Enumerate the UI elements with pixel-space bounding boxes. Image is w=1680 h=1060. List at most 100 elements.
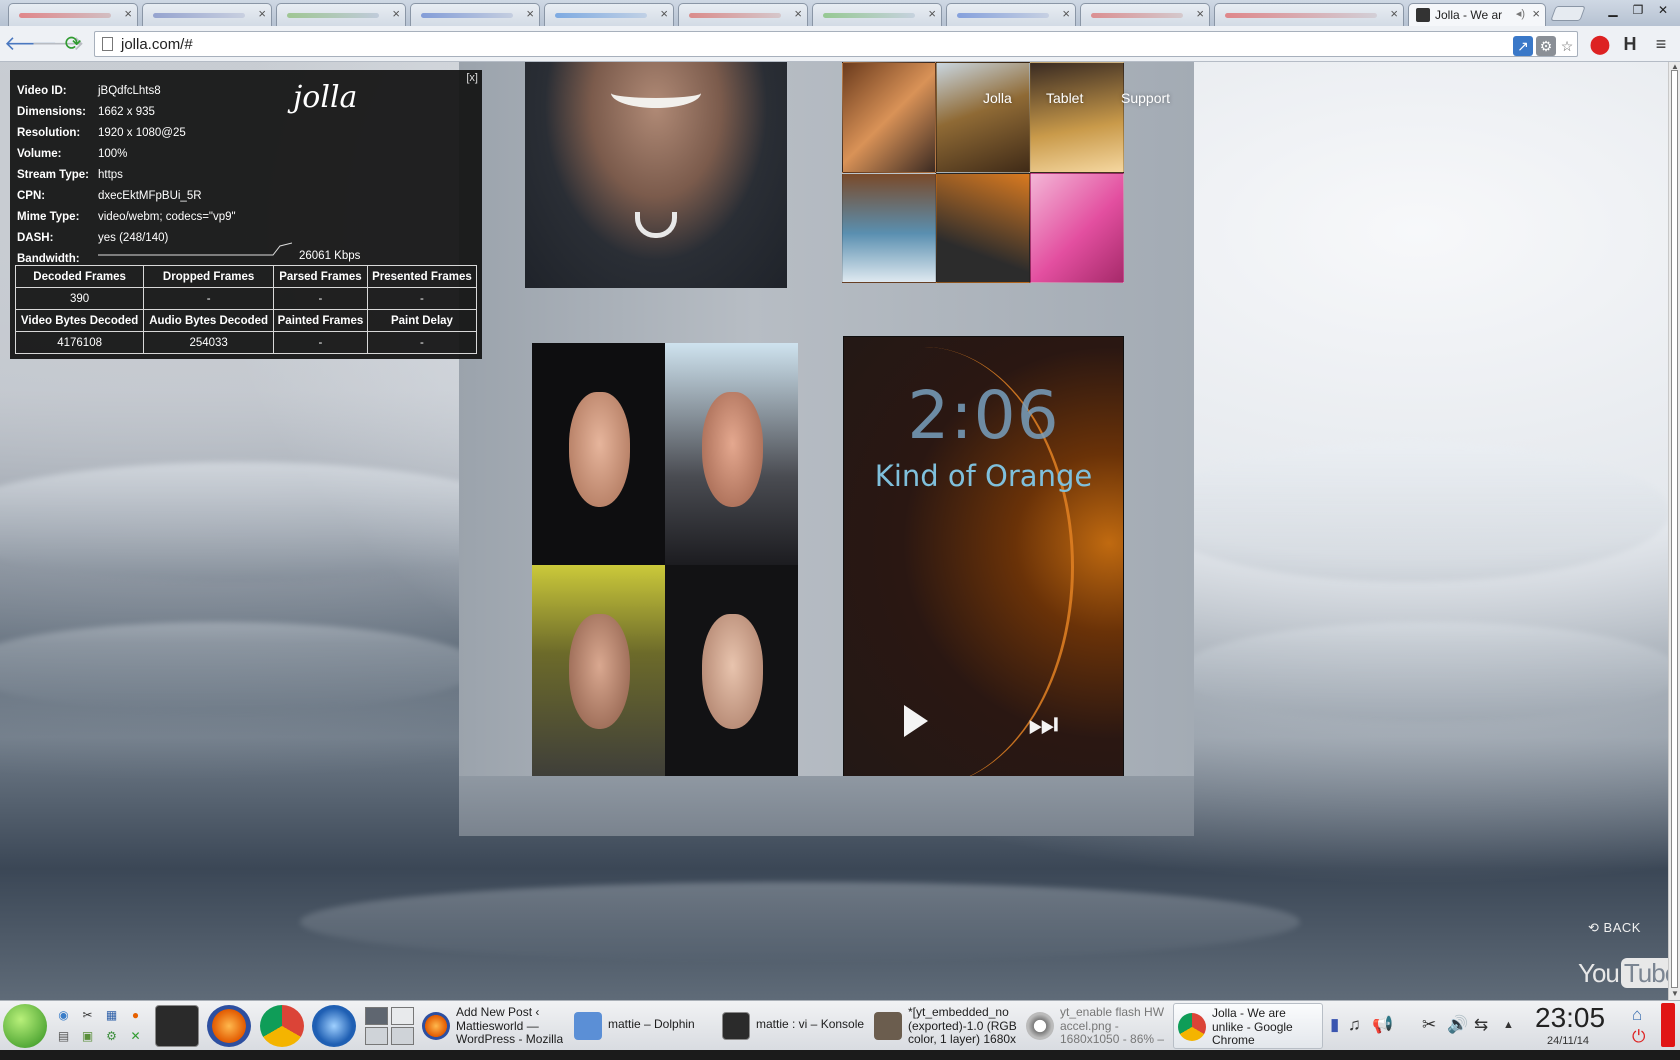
close-tab-icon[interactable]: × — [1532, 6, 1540, 21]
h-extension-icon[interactable]: H — [1618, 31, 1642, 57]
browser-tab[interactable]: × — [142, 3, 272, 26]
tools-icon[interactable]: ✂ — [80, 1008, 95, 1023]
bookmark-star-icon[interactable]: ☆ — [1557, 36, 1577, 56]
clock-date: 24/11/14 — [1547, 1035, 1590, 1047]
forward-arrow-icon[interactable]: 🡒 — [31, 31, 85, 57]
extension-icon[interactable]: ↗ — [1513, 36, 1533, 56]
close-tab-icon[interactable]: × — [660, 6, 668, 21]
close-tab-icon[interactable]: × — [794, 6, 802, 21]
task-label: Jolla - We are unlike - Google Chrome — [1212, 1007, 1293, 1047]
stats-for-nerds-panel: [x] jolla Video ID: jBQdfcLhts8 Dimension… — [10, 70, 482, 359]
power-icon[interactable]: ⏻ — [1632, 1027, 1645, 1047]
page-scrollbar[interactable]: ▲ ▼ — [1668, 62, 1680, 1000]
table-cell: - — [143, 287, 275, 310]
back-button[interactable]: ⟲ BACK — [1588, 920, 1641, 936]
stats-close-button[interactable]: [x] — [466, 72, 478, 84]
close-window-icon[interactable]: ✕ — [1652, 3, 1674, 19]
minimize-window-icon[interactable]: ▁ — [1602, 3, 1624, 19]
task-image-viewer[interactable]: yt_enable flash HW accel.png - 1680x1050… — [1022, 1003, 1172, 1049]
tray-bars-icon[interactable]: ▮ — [1330, 1015, 1339, 1035]
package-icon[interactable]: ▣ — [80, 1029, 95, 1044]
video-page[interactable]: 2:06 Kind of Orange ⏭ Jolla Tablet Suppo… — [0, 62, 1668, 1000]
firefox-small-icon[interactable]: ● — [128, 1008, 143, 1023]
task-dolphin[interactable]: mattie – Dolphin — [570, 1003, 715, 1049]
task-label: mattie : vi – Konsole — [756, 1018, 865, 1031]
panel-red-handle[interactable] — [1661, 1003, 1675, 1047]
stats-key: Mime Type: — [17, 211, 80, 223]
reload-icon[interactable]: ⟳ — [60, 31, 86, 57]
close-tab-icon[interactable]: × — [928, 6, 936, 21]
skip-next-icon: ⏭ — [1028, 705, 1059, 743]
browser-tab-active[interactable]: Jolla - We ar ◂) × — [1408, 3, 1546, 26]
nav-link-tablet[interactable]: Tablet — [1046, 90, 1083, 106]
volume-icon[interactable]: 🔊 — [1447, 1015, 1468, 1035]
scroll-down-icon[interactable]: ▼ — [1671, 989, 1679, 998]
close-tab-icon[interactable]: × — [526, 6, 534, 21]
stats-value: dxecEktMFpBUi_5R — [98, 190, 202, 202]
close-tab-icon[interactable]: × — [1390, 6, 1398, 21]
browser-tab[interactable]: × — [946, 3, 1076, 26]
browser-tab[interactable]: × — [544, 3, 674, 26]
stats-value: jBQdfcLhts8 — [98, 85, 161, 97]
bandwidth-graph — [98, 242, 292, 256]
terminal-launcher-icon[interactable] — [155, 1005, 199, 1047]
tray-scissors-icon[interactable]: ✂ — [1422, 1015, 1436, 1035]
task-chrome-active[interactable]: Jolla - We are unlike - Google Chrome — [1173, 1003, 1323, 1049]
desktop-2[interactable] — [391, 1007, 414, 1025]
crossed-tools-icon[interactable]: ✕ — [128, 1029, 143, 1044]
table-header: Parsed Frames — [273, 265, 368, 288]
application-launcher-icon[interactable] — [3, 1004, 47, 1048]
adblock-icon[interactable]: ⬤ — [1588, 31, 1612, 57]
stats-value: video/webm; codecs="vp9" — [98, 211, 236, 223]
task-konsole[interactable]: mattie : vi – Konsole — [718, 1003, 868, 1049]
restore-window-icon[interactable]: ❐ — [1627, 3, 1649, 19]
close-tab-icon[interactable]: × — [124, 6, 132, 21]
desktop-3[interactable] — [365, 1027, 388, 1045]
menu-icon[interactable]: ≡ — [1649, 31, 1673, 57]
scrollbar-thumb[interactable] — [1671, 70, 1678, 988]
tray-notification-icon[interactable]: 📢 — [1372, 1015, 1393, 1035]
browser-tab[interactable]: × — [410, 3, 540, 26]
task-label: Add New Post ‹ Mattiesworld — WordPress … — [456, 1006, 564, 1046]
firefox-launcher-icon[interactable] — [207, 1005, 251, 1047]
taskbar-panel: ◉ ✂ ▦ ● ▤ ▣ ⚙ ✕ Add New Post ‹ Mattieswo… — [0, 1000, 1680, 1050]
browser-tab[interactable]: × — [276, 3, 406, 26]
settings-gear-icon[interactable]: ⚙ — [1536, 36, 1556, 56]
close-tab-icon[interactable]: × — [1062, 6, 1070, 21]
virtual-desktop-pager[interactable] — [365, 1007, 415, 1045]
tray-kde-icon[interactable]: ♫ — [1348, 1015, 1361, 1035]
task-firefox[interactable]: Add New Post ‹ Mattiesworld — WordPress … — [418, 1003, 568, 1049]
youtube-logo[interactable]: YouTube — [1578, 958, 1668, 989]
table-header: Decoded Frames — [14, 265, 145, 288]
nav-link-jolla[interactable]: Jolla — [983, 90, 1012, 106]
close-tab-icon[interactable]: × — [258, 6, 266, 21]
browser-tab[interactable]: × — [678, 3, 808, 26]
usb-icon[interactable]: ⇆ — [1474, 1015, 1488, 1035]
close-tab-icon[interactable]: × — [1196, 6, 1204, 21]
desktop-1[interactable] — [365, 1007, 388, 1025]
task-gimp[interactable]: *[yt_embedded_no (exported)-1.0 (RGB col… — [870, 1003, 1020, 1049]
browser-tab[interactable]: × — [8, 3, 138, 26]
desktop-4[interactable] — [391, 1027, 414, 1045]
expand-tray-icon[interactable]: ▲ — [1503, 1019, 1514, 1031]
thunderbird-launcher-icon[interactable] — [312, 1005, 356, 1047]
chrome-launcher-icon[interactable] — [260, 1005, 304, 1047]
new-tab-button[interactable] — [1550, 6, 1586, 21]
back-label: BACK — [1603, 920, 1641, 935]
table-header: Paint Delay — [366, 309, 478, 332]
browser-tab[interactable]: × — [812, 3, 942, 26]
lock-screen-icon[interactable]: ⌂ — [1632, 1005, 1642, 1025]
stats-value: https — [98, 169, 123, 181]
notes-icon[interactable]: ▤ — [56, 1029, 71, 1044]
settings-small-icon[interactable]: ⚙ — [104, 1029, 119, 1044]
jolla-logo: jolla — [293, 80, 358, 115]
browser-tab[interactable]: × — [1214, 3, 1404, 26]
clock-time[interactable]: 23:05 — [1535, 1002, 1605, 1034]
nav-link-support[interactable]: Support — [1121, 90, 1170, 106]
address-bar[interactable]: jolla.com/# ↗ ⚙ ☆ — [94, 31, 1578, 57]
close-tab-icon[interactable]: × — [392, 6, 400, 21]
back-arrow-icon[interactable]: 🡐 — [4, 31, 58, 57]
network-icon[interactable]: ◉ — [56, 1008, 71, 1023]
calculator-icon[interactable]: ▦ — [104, 1008, 119, 1023]
browser-tab[interactable]: × — [1080, 3, 1210, 26]
